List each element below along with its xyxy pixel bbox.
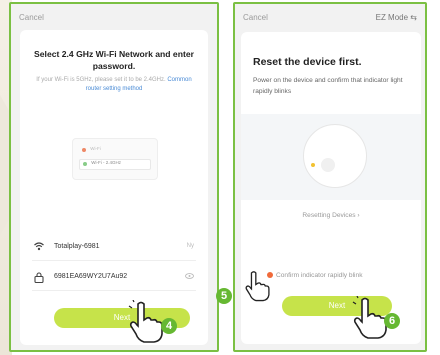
network-name: Totalplay-6981 xyxy=(54,243,100,250)
password-field[interactable]: 6981EA69WY2U7Au92 xyxy=(32,268,196,291)
wifi-icon xyxy=(34,242,44,254)
ez-mode-switch[interactable]: EZ Mode ⇆ xyxy=(376,13,417,22)
step-badge: 6 xyxy=(384,313,400,329)
wifi-list-row-selected: Wi-Fi - 2.4GHz xyxy=(79,159,151,170)
top-bar: Cancel EZ Mode ⇆ xyxy=(235,4,425,32)
wifi-row-label: Wi-Fi - 2.4GHz xyxy=(91,160,122,165)
device-button-icon xyxy=(321,158,335,172)
hand-pointer-icon xyxy=(128,300,163,343)
device-illustration xyxy=(241,114,421,200)
wifi-list-row: Wi-Fi xyxy=(79,146,151,155)
step-badge: 4 xyxy=(161,318,177,334)
top-bar: Cancel xyxy=(11,4,217,32)
device-icon xyxy=(303,124,367,188)
confirm-label: Confirm indicator rapidly blink xyxy=(276,272,363,279)
change-network-button[interactable]: Ny xyxy=(187,243,194,249)
eye-icon[interactable] xyxy=(185,273,194,281)
cancel-button[interactable]: Cancel xyxy=(243,13,268,22)
page-title: Select 2.4 GHz Wi-Fi Network and enter p… xyxy=(34,49,194,71)
wifi-card: Select 2.4 GHz Wi-Fi Network and enter p… xyxy=(20,30,208,345)
wifi-dot-icon xyxy=(83,162,87,166)
wifi-illustration: Wi-Fi Wi-Fi - 2.4GHz xyxy=(72,138,158,180)
step-badge: 5 xyxy=(216,288,232,304)
page-title: Reset the device first. xyxy=(253,56,362,68)
wifi-row-label: Wi-Fi xyxy=(90,146,101,151)
resetting-devices-link[interactable]: Resetting Devices › xyxy=(241,212,421,219)
wifi-network-field[interactable]: Totalplay-6981 Ny xyxy=(32,238,196,261)
indicator-light-icon xyxy=(311,163,315,167)
wifi-dot-icon xyxy=(82,148,86,152)
confirm-checkbox[interactable]: Confirm indicator rapidly blink xyxy=(267,272,363,279)
cancel-button[interactable]: Cancel xyxy=(19,13,44,22)
subtitle-text: If your Wi-Fi is 5GHz, please set it to … xyxy=(36,77,166,83)
password-value: 6981EA69WY2U7Au92 xyxy=(54,273,128,280)
phone-screen-wifi: Cancel Select 2.4 GHz Wi-Fi Network and … xyxy=(9,2,219,352)
hand-pointer-icon xyxy=(245,271,270,302)
page-subtitle: If your Wi-Fi is 5GHz, please set it to … xyxy=(32,76,196,94)
page-subtitle: Power on the device and confirm that ind… xyxy=(253,77,403,95)
lock-icon xyxy=(34,272,44,286)
